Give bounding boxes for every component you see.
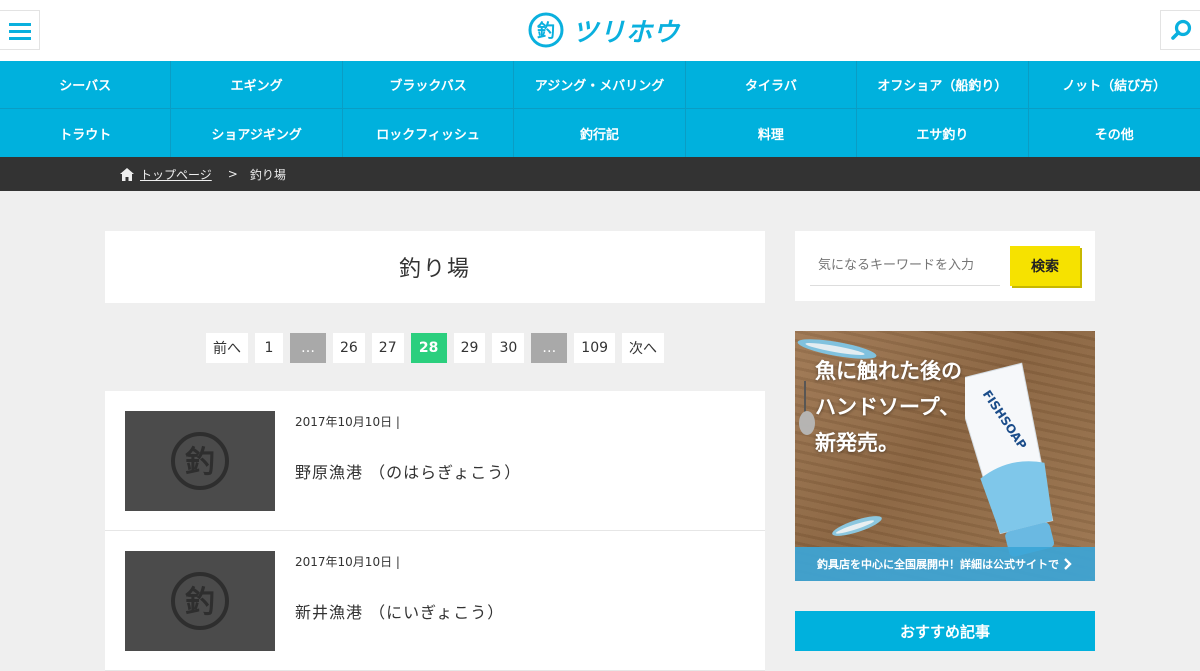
- ad-footer-link[interactable]: 釣具店を中心に全国展開中！詳細は公式サイトで: [795, 547, 1095, 581]
- pagination-page-last[interactable]: 109: [574, 333, 616, 363]
- post-date: 2017年10月10日 |: [295, 555, 400, 569]
- post-thumbnail[interactable]: 釣: [125, 411, 275, 511]
- hamburger-icon: [9, 23, 31, 26]
- pagination-page-current: 28: [410, 333, 447, 363]
- page-title-box: 釣り場: [105, 231, 765, 303]
- soap-tube-icon: FISHSOAP: [965, 362, 1054, 557]
- placeholder-logo-icon: 釣: [171, 572, 229, 630]
- ad-headline: 魚に触れた後の ハンドソープ、 新発売。: [815, 353, 962, 461]
- pagination-page[interactable]: 27: [371, 333, 404, 363]
- site-logo[interactable]: 釣 ツリホウ: [528, 12, 680, 48]
- nav-item-rockfish[interactable]: ロックフィッシュ: [343, 109, 515, 157]
- nav-item-shore-jigging[interactable]: ショアジギング: [171, 109, 343, 157]
- magnifier-icon: [1171, 19, 1192, 40]
- nav-item-other[interactable]: その他: [1029, 109, 1200, 157]
- pagination-page[interactable]: 26: [332, 333, 365, 363]
- logo-mark-text: 釣: [537, 20, 555, 42]
- breadcrumb-current: 釣り場: [249, 167, 286, 182]
- breadcrumb-home-link[interactable]: トップページ: [140, 166, 212, 183]
- recommend-section-header: おすすめ記事: [795, 611, 1095, 651]
- pagination-next[interactable]: 次へ: [622, 333, 665, 363]
- nav-item-trout[interactable]: トラウト: [0, 109, 172, 157]
- list-item[interactable]: 釣 2017年10月10日 | 新井漁港 （にいぎょこう）: [105, 531, 765, 671]
- ad-headline-line: 魚に触れた後の: [815, 359, 962, 383]
- search-button[interactable]: 検索: [1010, 246, 1080, 286]
- nav-item-tairaba[interactable]: タイラバ: [685, 61, 858, 109]
- nav-item-cooking[interactable]: 料理: [686, 109, 858, 157]
- nav-item-blackbass[interactable]: ブラックバス: [342, 61, 515, 109]
- placeholder-logo-icon: 釣: [171, 432, 229, 490]
- nav-item-fishing-report[interactable]: 釣行記: [514, 109, 686, 157]
- post-thumbnail[interactable]: 釣: [125, 551, 275, 651]
- pagination-prev[interactable]: 前へ: [205, 333, 248, 363]
- nav-item-seabass[interactable]: シーバス: [0, 61, 172, 109]
- page-title: 釣り場: [398, 257, 471, 282]
- pagination-page[interactable]: 29: [453, 333, 486, 363]
- pagination-page-first[interactable]: 1: [254, 333, 283, 363]
- nav-item-eging[interactable]: エギング: [171, 61, 343, 109]
- pagination-page[interactable]: 30: [492, 333, 525, 363]
- breadcrumb-separator: >: [227, 167, 238, 181]
- post-title[interactable]: 新井漁港 （にいぎょこう）: [295, 599, 504, 623]
- logo-mark-icon: 釣: [528, 12, 564, 48]
- list-item[interactable]: 釣 2017年10月10日 | 野原漁港 （のはらぎょこう）: [105, 391, 765, 531]
- ad-headline-line: ハンドソープ、: [815, 395, 961, 419]
- search-input[interactable]: [810, 246, 1000, 286]
- pagination-ellipsis: …: [289, 333, 326, 363]
- menu-button[interactable]: [0, 10, 40, 50]
- post-date: 2017年10月10日 |: [295, 415, 400, 429]
- search-toggle-button[interactable]: [1160, 10, 1200, 50]
- ad-headline-line: 新発売。: [815, 431, 899, 455]
- ad-banner[interactable]: FISHSOAP 魚に触れた後の ハンドソープ、 新発売。 釣具店を中心に全国展…: [795, 331, 1095, 581]
- nav-item-offshore[interactable]: オフショア（船釣り）: [857, 61, 1029, 109]
- pagination: 前へ 1 … 26 27 28 29 30 … 109 次へ: [105, 333, 765, 363]
- post-title[interactable]: 野原漁港 （のはらぎょこう）: [295, 459, 521, 483]
- recommend-title: おすすめ記事: [899, 622, 990, 641]
- logo-text: ツリホウ: [572, 17, 681, 48]
- nav-item-ajing[interactable]: アジング・メバリング: [514, 61, 686, 109]
- category-nav: シーバス エギング ブラックバス アジング・メバリング タイラバ オフショア（船…: [0, 61, 1200, 157]
- sidebar-search: 検索: [795, 231, 1095, 301]
- home-icon: [120, 167, 134, 181]
- nav-item-bait-fishing[interactable]: エサ釣り: [857, 109, 1029, 157]
- placeholder-logo-text: 釣: [185, 445, 215, 480]
- placeholder-logo-text: 釣: [185, 585, 215, 620]
- ad-footer-text: 釣具店を中心に全国展開中！詳細は公式サイトで: [817, 558, 1059, 571]
- chevron-right-icon: [1064, 558, 1072, 570]
- pagination-ellipsis: …: [531, 333, 568, 363]
- post-list: 釣 2017年10月10日 | 野原漁港 （のはらぎょこう） 釣 2017年10…: [105, 391, 765, 671]
- site-header: 釣 ツリホウ: [0, 0, 1200, 61]
- nav-item-knot[interactable]: ノット（結び方）: [1028, 61, 1200, 109]
- breadcrumb: トップページ > 釣り場: [0, 157, 1200, 191]
